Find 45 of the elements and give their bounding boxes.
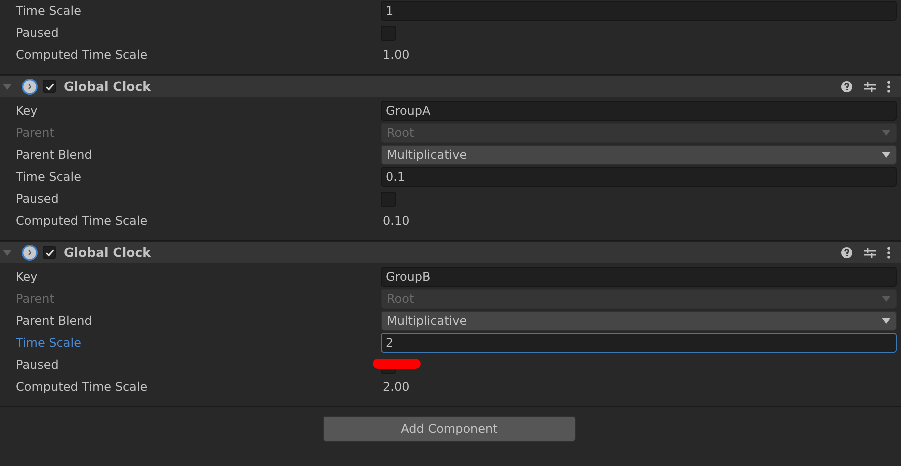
preset-sliders-icon[interactable] — [864, 246, 876, 258]
text-field[interactable]: GroupB — [381, 267, 897, 287]
field-label: Parent — [16, 126, 56, 140]
component-header[interactable]: Global Clock — [0, 75, 901, 97]
field-label: Parent — [16, 292, 56, 306]
field-label: Key — [16, 104, 39, 118]
field-label: Computed Time Scale — [16, 214, 149, 228]
field-label: Parent Blend — [16, 148, 94, 162]
enable-checkbox[interactable] — [43, 80, 56, 93]
computed-value: 1.00 — [382, 48, 410, 62]
checkbox[interactable] — [381, 369, 396, 374]
field-label: Paused — [16, 192, 60, 206]
dropdown[interactable]: Multiplicative — [381, 311, 897, 331]
computed-value: 0.10 — [382, 214, 410, 228]
more-options-icon[interactable] — [887, 80, 891, 92]
field-label: Time Scale — [16, 170, 82, 184]
dropdown-arrow-icon — [882, 318, 891, 324]
dropdown-arrow-icon — [882, 296, 891, 302]
field-label: Time Scale — [16, 336, 82, 350]
dropdown-arrow-icon — [882, 152, 891, 158]
component-title: Global Clock — [64, 79, 151, 94]
help-icon[interactable] — [841, 246, 853, 258]
field-label: Time Scale — [16, 4, 82, 18]
clock-icon — [22, 244, 38, 260]
field-label: Paused — [16, 26, 60, 40]
text-field[interactable]: 0.1 — [381, 167, 897, 187]
help-icon[interactable] — [841, 80, 853, 92]
clock-icon — [22, 78, 38, 94]
field-label: Parent Blend — [16, 314, 94, 328]
field-label: Computed Time Scale — [16, 380, 149, 394]
component-title: Global Clock — [64, 245, 151, 260]
dropdown[interactable]: Multiplicative — [381, 145, 897, 165]
add-component-button[interactable]: Add Component — [323, 416, 576, 442]
preset-sliders-icon[interactable] — [864, 80, 876, 92]
text-field[interactable]: GroupA — [381, 101, 897, 121]
field-label: Paused — [16, 358, 60, 372]
more-options-icon[interactable] — [887, 246, 891, 258]
field-label: Key — [16, 270, 39, 284]
dropdown-arrow-icon — [882, 130, 891, 136]
computed-value: 2.00 — [382, 380, 410, 394]
enable-checkbox[interactable] — [43, 246, 56, 259]
text-field[interactable]: 1 — [381, 1, 897, 21]
text-field[interactable]: 2 — [381, 333, 897, 353]
component-header[interactable]: Global Clock — [0, 241, 901, 263]
field-label: Computed Time Scale — [16, 48, 149, 62]
